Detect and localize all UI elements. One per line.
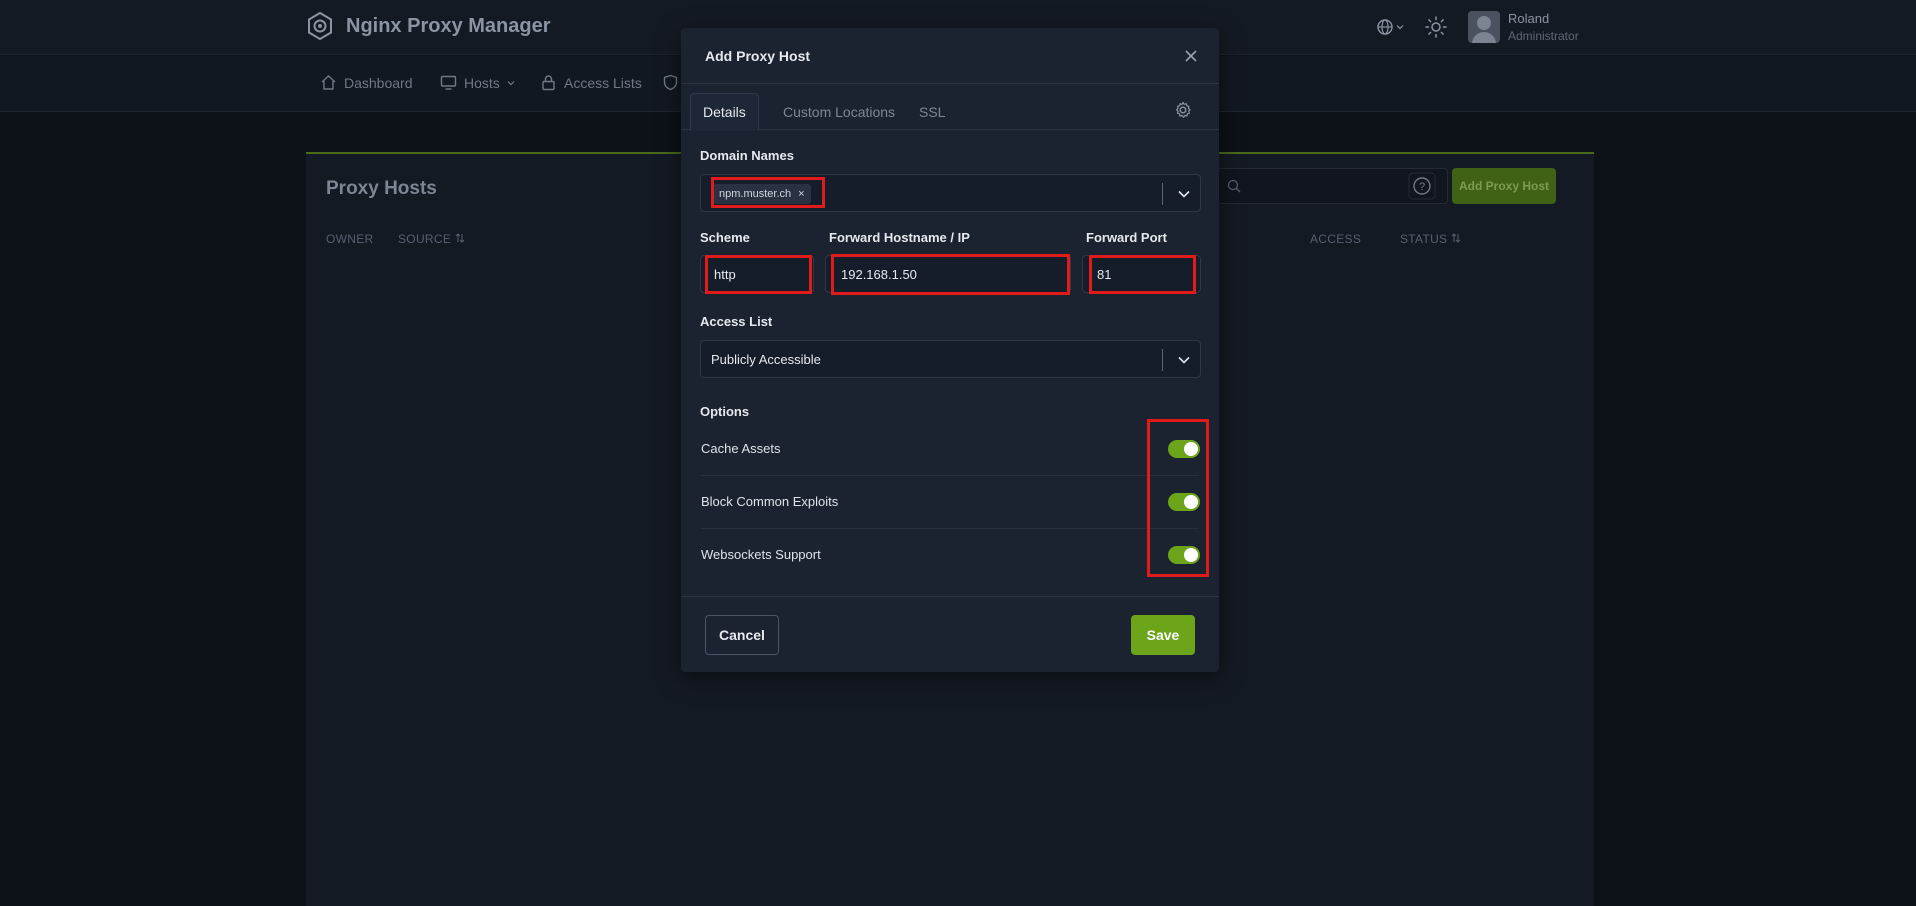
modal-tabs: Details Custom Locations SSL [681,84,1219,131]
domain-names-input[interactable]: npm.muster.ch × [700,174,1201,212]
forward-hostname-label: Forward Hostname / IP [829,230,970,245]
gear-icon[interactable] [1173,100,1193,120]
add-proxy-host-button[interactable]: Add Proxy Host [1452,168,1556,204]
tab-details[interactable]: Details [690,93,759,131]
brand[interactable]: Nginx Proxy Manager [306,12,551,40]
add-proxy-host-modal: Add Proxy Host Details Custom Locations … [681,28,1219,672]
option-websockets: Websockets Support [701,530,1200,582]
chevron-down-icon [507,80,515,85]
cache-assets-label: Cache Assets [701,441,781,456]
option-cache-assets: Cache Assets [701,424,1200,476]
select-divider [1162,349,1163,371]
domain-names-label: Domain Names [700,148,794,163]
user-name: Roland [1508,11,1550,26]
sort-icon [455,233,465,243]
logo-icon [308,12,332,40]
domain-chip-label: npm.muster.ch [719,188,792,200]
column-status[interactable]: STATUS [1400,232,1461,246]
page-title: Proxy Hosts [326,178,437,199]
column-status-label: STATUS [1400,232,1448,246]
websockets-toggle[interactable] [1168,546,1200,564]
modal-header: Add Proxy Host [681,28,1219,84]
forward-port-input[interactable]: 81 [1082,255,1201,293]
user-role: Administrator [1508,29,1579,43]
chevron-down-icon[interactable] [1177,353,1191,367]
tab-custom-locations[interactable]: Custom Locations [771,93,907,131]
tab-ssl[interactable]: SSL [907,93,957,131]
modal-title: Add Proxy Host [705,48,811,64]
save-button[interactable]: Save [1131,615,1195,655]
modal-footer: Cancel Save [681,596,1219,672]
nav-access-lists[interactable]: Access Lists [540,74,642,91]
lock-icon [542,75,555,91]
monitor-icon [440,75,457,90]
scheme-label: Scheme [700,230,750,245]
language-selector[interactable] [1376,16,1406,38]
nav-dashboard-label: Dashboard [344,74,413,91]
globe-icon [1377,19,1393,35]
column-source[interactable]: SOURCE [398,232,465,246]
column-source-label: SOURCE [398,232,452,246]
avatar[interactable] [1468,11,1500,43]
home-icon [321,75,336,90]
forward-port-label: Forward Port [1086,230,1167,245]
chip-remove-icon[interactable]: × [798,188,804,200]
forward-port-value: 81 [1097,267,1112,282]
access-list-select[interactable]: Publicly Accessible [700,340,1201,378]
app-title: Nginx Proxy Manager [346,14,551,37]
nav-ssl[interactable] [662,74,679,91]
scheme-value: http [714,267,736,282]
cache-assets-toggle[interactable] [1168,440,1200,458]
options-label: Options [700,404,750,419]
help-icon[interactable]: ? [1408,172,1436,200]
nav-dashboard[interactable]: Dashboard [320,74,413,91]
column-access: ACCESS [1310,232,1362,246]
select-divider [1162,183,1163,205]
svg-text:?: ? [1419,181,1425,193]
close-icon[interactable] [1181,46,1201,66]
forward-hostname-input[interactable]: 192.168.1.50 [825,255,1071,293]
block-exploits-toggle[interactable] [1168,493,1200,511]
scheme-input[interactable]: http [700,255,814,293]
sun-icon[interactable] [1424,15,1448,39]
websockets-label: Websockets Support [701,547,821,562]
access-list-value: Publicly Accessible [711,352,821,367]
nav-hosts[interactable]: Hosts [440,74,515,91]
sort-icon [1452,233,1461,243]
block-exploits-label: Block Common Exploits [701,494,839,509]
forward-hostname-value: 192.168.1.50 [841,267,917,282]
option-block-exploits: Block Common Exploits [701,477,1200,529]
access-list-label: Access List [700,314,773,329]
nav-access-lists-label: Access Lists [564,74,642,91]
chevron-down-icon[interactable] [1177,187,1191,201]
column-owner: OWNER [326,232,374,246]
cancel-button[interactable]: Cancel [705,615,779,655]
domain-chip: npm.muster.ch × [713,184,811,204]
search-icon [1227,179,1241,193]
nav-hosts-label: Hosts [464,74,500,91]
chevron-down-icon [1396,25,1404,30]
shield-icon [663,74,678,91]
